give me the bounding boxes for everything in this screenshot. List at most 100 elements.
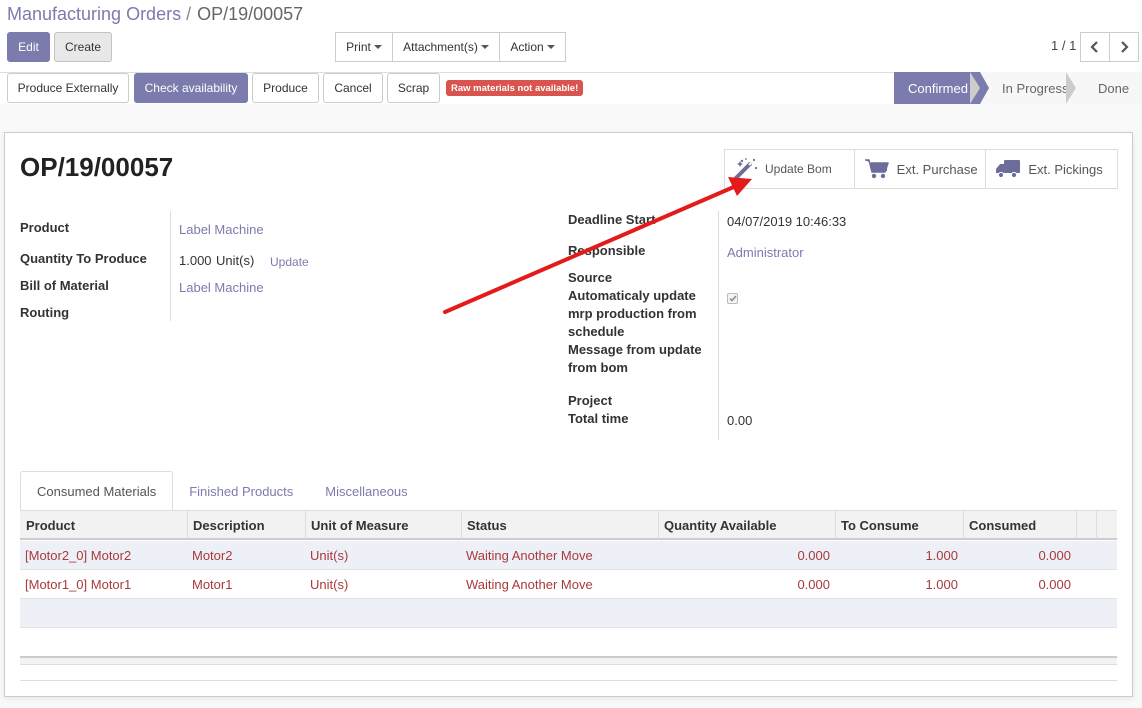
edit-button[interactable]: Edit xyxy=(7,32,50,62)
update-bom-label: Update Bom xyxy=(765,162,832,176)
stage-confirmed: Confirmed xyxy=(894,72,989,104)
stage-separator xyxy=(970,72,980,104)
left-group-divider xyxy=(170,211,171,321)
print-label: Print xyxy=(346,40,371,54)
total-time-label: Total time xyxy=(568,411,629,426)
right-group-divider xyxy=(718,211,719,440)
bill-of-material-value-link[interactable]: Label Machine xyxy=(179,279,264,297)
cell-description: Motor2 xyxy=(192,547,233,563)
magic-wand-icon xyxy=(731,157,759,181)
quantity-uom: Unit(s) xyxy=(216,253,255,268)
tab-consumed-materials[interactable]: Consumed Materials xyxy=(20,471,174,511)
ext-purchase-button[interactable]: Ext. Purchase xyxy=(854,150,987,188)
deadline-start-value: 04/07/2019 10:46:33 xyxy=(727,214,847,229)
cell-consumed: 0.000 xyxy=(1038,547,1071,563)
stage-label: Done xyxy=(1098,80,1130,96)
breadcrumb: Manufacturing Orders / OP/19/00057 xyxy=(7,4,303,25)
breadcrumb-current: OP/19/00057 xyxy=(197,4,304,24)
product-value-link[interactable]: Label Machine xyxy=(179,221,264,239)
stage-label: Confirmed xyxy=(908,80,968,96)
cell-unit-of-measure: Unit(s) xyxy=(310,547,349,563)
truck-icon xyxy=(994,157,1022,181)
produce-externally-button[interactable]: Produce Externally xyxy=(7,73,129,103)
raw-materials-warning-badge: Raw materials not available! xyxy=(446,80,584,96)
produce-button[interactable]: Produce xyxy=(252,73,319,103)
table-header: Product Description Unit of Measure Stat… xyxy=(20,511,1117,540)
statusbar: Confirmed In Progress Done xyxy=(894,72,1142,104)
ext-pickings-label: Ext. Pickings xyxy=(1028,161,1103,177)
column-header-quantity-available[interactable]: Quantity Available xyxy=(658,511,836,539)
shopping-cart-icon xyxy=(863,157,891,181)
check-availability-button[interactable]: Check availability xyxy=(134,73,248,103)
routing-label: Routing xyxy=(20,305,70,320)
responsible-label: Responsible xyxy=(568,243,646,258)
cell-to-consume: 1.000 xyxy=(925,547,958,563)
pager-value[interactable]: 1 / 1 xyxy=(1051,38,1076,53)
update-quantity-link[interactable]: Update xyxy=(270,253,309,271)
stage-done[interactable]: Done xyxy=(1066,72,1142,104)
scrap-button[interactable]: Scrap xyxy=(387,73,440,103)
chevron-right-icon xyxy=(1121,41,1129,53)
stage-label: In Progress xyxy=(1002,80,1069,96)
caret-down-icon xyxy=(546,45,555,49)
cell-status: Waiting Another Move xyxy=(466,547,593,563)
column-header-to-consume[interactable]: To Consume xyxy=(835,511,964,539)
attachments-label: Attachment(s) xyxy=(403,40,478,54)
cell-quantity-available: 0.000 xyxy=(797,547,830,563)
responsible-value-link[interactable]: Administrator xyxy=(727,244,804,262)
auto-update-label-line2: mrp production from xyxy=(568,306,697,321)
ext-purchase-label: Ext. Purchase xyxy=(896,161,978,177)
action-dropdown[interactable]: Action xyxy=(499,32,566,62)
auto-update-label-line1: Automaticaly update xyxy=(568,288,696,303)
project-label: Project xyxy=(568,393,613,408)
table-footer xyxy=(20,656,1117,665)
breadcrumb-parent-link[interactable]: Manufacturing Orders xyxy=(7,4,181,24)
cell-product: [Motor2_0] Motor2 xyxy=(25,547,132,563)
update-bom-button[interactable]: Update Bom xyxy=(725,150,855,188)
total-time-value: 0.00 xyxy=(727,413,753,428)
action-label: Action xyxy=(510,40,544,54)
cell-product: [Motor1_0] Motor1 xyxy=(25,576,132,592)
cell-description: Motor1 xyxy=(192,576,233,592)
caret-down-icon xyxy=(373,45,382,49)
cell-to-consume: 1.000 xyxy=(925,576,958,592)
bill-of-material-label: Bill of Material xyxy=(20,278,109,293)
message-from-bom-label-line2: from bom xyxy=(568,360,628,375)
stage-in-progress[interactable]: In Progress xyxy=(970,72,1085,104)
table-row[interactable]: [Motor1_0] Motor1 Motor1 Unit(s) Waiting… xyxy=(20,570,1117,599)
column-header-product[interactable]: Product xyxy=(20,511,188,539)
notebook-tabs: Consumed Materials Finished Products Mis… xyxy=(20,471,424,511)
create-button[interactable]: Create xyxy=(54,32,112,62)
record-title: OP/19/00057 xyxy=(20,152,174,182)
column-header-consumed[interactable]: Consumed xyxy=(963,511,1077,539)
cell-status: Waiting Another Move xyxy=(466,576,593,592)
stage-separator xyxy=(1066,72,1076,104)
check-icon xyxy=(728,295,737,302)
auto-update-label-line3: schedule xyxy=(568,324,625,339)
quantity-to-produce-label: Quantity To Produce xyxy=(20,251,147,266)
smart-button-box: Update Bom Ext. Purchase Ext. Pickings xyxy=(724,149,1118,189)
auto-update-checkbox[interactable] xyxy=(727,293,738,304)
column-header-description[interactable]: Description xyxy=(187,511,306,539)
column-header-status[interactable]: Status xyxy=(461,511,659,539)
breadcrumb-separator: / xyxy=(186,4,192,24)
table-bottom-border xyxy=(20,680,1117,681)
product-label: Product xyxy=(20,220,70,235)
source-label: Source xyxy=(568,270,613,285)
ext-pickings-button[interactable]: Ext. Pickings xyxy=(986,150,1118,188)
quantity-value: 1.000 xyxy=(179,253,212,268)
cell-unit-of-measure: Unit(s) xyxy=(310,576,349,592)
print-dropdown[interactable]: Print xyxy=(335,32,393,62)
tab-finished-products[interactable]: Finished Products xyxy=(173,471,309,511)
caret-down-icon xyxy=(480,45,489,49)
table-row-empty xyxy=(20,599,1117,628)
table-row[interactable]: [Motor2_0] Motor2 Motor2 Unit(s) Waiting… xyxy=(20,541,1117,570)
tab-miscellaneous[interactable]: Miscellaneous xyxy=(309,471,423,511)
pager-next-button[interactable] xyxy=(1109,32,1139,62)
chevron-left-icon xyxy=(1090,41,1098,53)
cell-quantity-available: 0.000 xyxy=(797,576,830,592)
cancel-button[interactable]: Cancel xyxy=(323,73,383,103)
pager-previous-button[interactable] xyxy=(1080,32,1110,62)
column-header-unit-of-measure[interactable]: Unit of Measure xyxy=(305,511,462,539)
attachments-dropdown[interactable]: Attachment(s) xyxy=(392,32,500,62)
